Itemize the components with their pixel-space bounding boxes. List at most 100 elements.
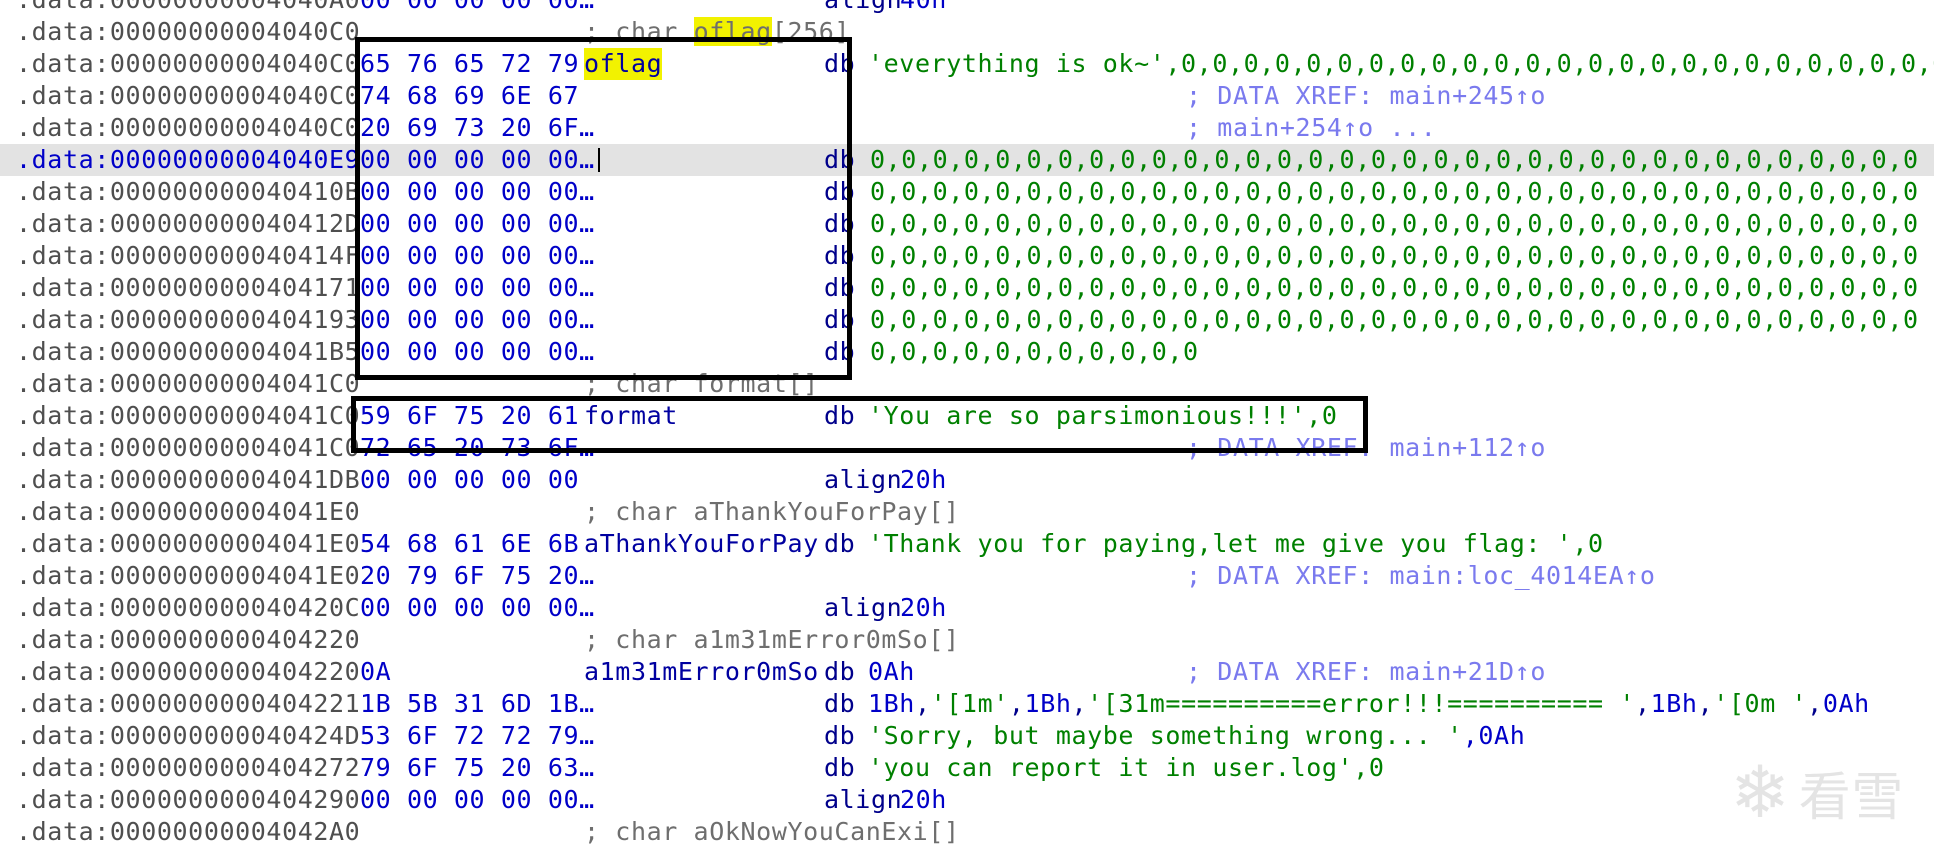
label-name[interactable]: aThankYouForPay xyxy=(584,528,819,560)
segment-address[interactable]: .data:00000000004040C0 xyxy=(16,16,360,48)
listing-row[interactable]: .data:0000000000404221 1B 5B 31 6D 1B… db 1… xyxy=(0,688,1934,720)
listing-row[interactable]: .data:00000000004041E0 20 79 6F 75 20… ; D… xyxy=(0,560,1934,592)
label-name[interactable]: a1m31mError0mSo xyxy=(584,656,819,688)
segment-address[interactable]: .data:00000000004041C0 xyxy=(16,432,360,464)
listing-row[interactable]: .data:00000000004040E9 00 00 00 00 00… db 0… xyxy=(0,144,1934,176)
numeric-tail: ,0 xyxy=(1572,529,1604,558)
listing-row[interactable]: .data:0000000000404272 79 6F 75 20 63… db '… xyxy=(0,752,1934,784)
segment-address[interactable]: .data:00000000004040C0 xyxy=(16,48,360,80)
segment-address[interactable]: .data:0000000000404220 xyxy=(16,624,360,656)
watermark-text: 看雪 xyxy=(1798,767,1904,828)
xref-comment[interactable]: ; DATA XREF: main+245↑o xyxy=(1186,80,1546,112)
operand-part: , xyxy=(1807,689,1823,718)
segment-address[interactable]: .data:000000000040424D xyxy=(16,720,360,752)
listing-row[interactable]: .data:00000000004040C0 74 68 69 6E 67; DA… xyxy=(0,80,1934,112)
segment-address[interactable]: .data:0000000000404193 xyxy=(16,304,360,336)
listing-row[interactable]: .data:00000000004040A000 00 00 00 00… ali… xyxy=(0,0,1934,16)
operand-part: , xyxy=(1008,689,1025,718)
segment-address[interactable]: .data:000000000040412D xyxy=(16,208,360,240)
listing-row[interactable]: .data:00000000004041E0 54 68 61 6E 6B aTha… xyxy=(0,528,1934,560)
string-operand: 'everything is ok~',0,0,0,0,0,0,0,0,0,0,… xyxy=(868,48,1934,80)
mnemonic: db xyxy=(824,657,856,686)
segment-address[interactable]: .data:00000000004040C0 xyxy=(16,80,360,112)
listing-row[interactable]: .data:000000000040414F 00 00 00 00 00… db 0… xyxy=(0,240,1934,272)
listing-row[interactable]: .data:0000000000404220 ; char a1m31mError… xyxy=(0,624,1934,656)
listing-row[interactable]: .data:00000000004041E0 ; char aThankYouFo… xyxy=(0,496,1934,528)
listing-row[interactable]: .data:00000000004040C0 20 69 73 20 6F…; m… xyxy=(0,112,1934,144)
hex-bytes: 00 00 00 00 00… xyxy=(360,593,595,622)
segment-address[interactable]: .data:0000000000404220 xyxy=(16,656,360,688)
mnemonic: db xyxy=(824,689,856,718)
ida-disassembly-view: .data:00000000004040A0 00 00 00 00 00… ali… xyxy=(0,0,1934,856)
operand-part: 1Bh xyxy=(868,689,915,718)
segment-address[interactable]: .data:00000000004040A0 xyxy=(16,0,360,16)
hex-bytes: 54 68 61 6E 6B xyxy=(360,529,580,558)
operand-part: '[0m ' xyxy=(1713,689,1808,718)
xref-comment[interactable]: ; main+254↑o ... xyxy=(1186,112,1436,144)
listing-row[interactable]: .data:00000000004040C0 65 76 65 72 79 ofla… xyxy=(0,48,1934,80)
hex-bytes: 53 6F 72 72 79… xyxy=(360,721,595,750)
listing-row[interactable]: .data:0000000000404220 0A a1m31mError0mSo d… xyxy=(0,656,1934,688)
zero-fill-values: 0,0,0,0,0,0,0,0,0,0,0,0,0,0,0,0,0,0,0,0,… xyxy=(870,273,1919,302)
hex-bytes: 00 00 00 00 00 xyxy=(360,465,580,494)
declaration-comment: ; char aThankYouForPay[] xyxy=(584,497,960,526)
xref-comment[interactable]: ; DATA XREF: main+21D↑o xyxy=(1186,656,1546,688)
segment-address[interactable]: .data:000000000040414F xyxy=(16,240,360,272)
segment-address[interactable]: .data:000000000040420C xyxy=(16,592,360,624)
watermark: ❄ 看雪 xyxy=(1730,750,1904,834)
segment-address[interactable]: .data:00000000004041B5 xyxy=(16,336,360,368)
listing-row[interactable]: .data:000000000040412D 00 00 00 00 00… db 0… xyxy=(0,208,1934,240)
mnemonic: align xyxy=(824,593,903,622)
listing-row[interactable]: .data:0000000000404171 00 00 00 00 00… db 0… xyxy=(0,272,1934,304)
mnemonic: db xyxy=(824,721,856,750)
listing-row[interactable]: .data:0000000000404193 00 00 00 00 00… db 0… xyxy=(0,304,1934,336)
segment-address[interactable]: .data:0000000000404171 xyxy=(16,272,360,304)
segment-address[interactable]: .data:00000000004041E0 xyxy=(16,560,360,592)
string-literal: 'everything is ok~' xyxy=(868,49,1166,78)
mnemonic: db xyxy=(824,753,856,782)
listing-row[interactable]: .data:00000000004042A0 ; char aOkNowYouCa… xyxy=(0,816,1934,848)
segment-address[interactable]: .data:00000000004040C0 xyxy=(16,112,360,144)
segment-address[interactable]: .data:0000000000404221 xyxy=(16,688,360,720)
zero-fill-values: 0,0,0,0,0,0,0,0,0,0,0,0,0,0,0,0,0,0,0,0,… xyxy=(870,145,1919,174)
listing-row[interactable]: .data:0000000000404290 00 00 00 00 00… ali… xyxy=(0,784,1934,816)
listing-row[interactable]: .data:000000000040410B 00 00 00 00 00… db 0… xyxy=(0,176,1934,208)
zero-fill-values: 0,0,0,0,0,0,0,0,0,0,0,0,0,0,0,0,0,0,0,0,… xyxy=(870,305,1919,334)
operand-part: '[31m==========error!!!========== ' xyxy=(1087,689,1635,718)
operand-part: , xyxy=(1071,689,1088,718)
string-literal: 'Thank you for paying,let me give you fl… xyxy=(868,529,1573,558)
operand-value: 20h xyxy=(900,593,947,622)
segment-address[interactable]: .data:0000000000404290 xyxy=(16,784,360,816)
segment-address[interactable]: .data:00000000004041C0 xyxy=(16,368,360,400)
numeric-tail: ,0Ah xyxy=(1462,721,1526,750)
segment-address[interactable]: .data:00000000004041E0 xyxy=(16,496,360,528)
segment-address[interactable]: .data:000000000040410B xyxy=(16,176,360,208)
hex-bytes: 1B 5B 31 6D 1B… xyxy=(360,689,595,718)
numeric-tail: ,0 xyxy=(1353,753,1385,782)
mnemonic: align xyxy=(824,465,903,494)
operand-part: , xyxy=(1697,689,1714,718)
mixed-operand: 1Bh,'[1m',1Bh,'[31m==========error!!!===… xyxy=(868,688,1870,720)
oflag-annotation-box xyxy=(355,37,852,380)
listing-row[interactable]: .data:00000000004041DB 00 00 00 00 00 alig… xyxy=(0,464,1934,496)
hex-bytes: 79 6F 75 20 63… xyxy=(360,753,595,782)
segment-address[interactable]: .data:0000000000404272 xyxy=(16,752,360,784)
string-literal: 'you can report it in user.log' xyxy=(868,753,1354,782)
segment-address[interactable]: .data:00000000004042A0 xyxy=(16,816,360,848)
string-literal: 'Sorry, but maybe something wrong... ' xyxy=(868,721,1463,750)
zero-fill-values: 0,0,0,0,0,0,0,0,0,0,0,0,0,0,0,0,0,0,0,0,… xyxy=(870,177,1919,206)
listing-row[interactable]: .data:000000000040420C 00 00 00 00 00… ali… xyxy=(0,592,1934,624)
segment-address[interactable]: .data:00000000004041C0 xyxy=(16,400,360,432)
segment-address[interactable]: .data:00000000004040E9 xyxy=(16,144,360,176)
segment-address[interactable]: .data:00000000004041DB xyxy=(16,464,360,496)
mnemonic: align xyxy=(824,785,903,814)
xref-comment[interactable]: ; DATA XREF: main:loc_4014EA↑o xyxy=(1186,560,1656,592)
listing-row[interactable]: .data:000000000040424D 53 6F 72 72 79… db '… xyxy=(0,720,1934,752)
segment-address[interactable]: .data:00000000004041E0 xyxy=(16,528,360,560)
listing-row[interactable]: .data:00000000004041B5 00 00 00 00 00… db 0… xyxy=(0,336,1934,368)
zero-fill-values: 0,0,0,0,0,0,0,0,0,0,0,0,0,0,0,0,0,0,0,0,… xyxy=(870,209,1919,238)
listing-row[interactable]: .data:00000000004040C0; char oflag[256] xyxy=(0,16,1934,48)
operand-part: 0Ah xyxy=(1822,689,1870,718)
hex-bytes: 00 00 00 00 00… xyxy=(360,785,595,814)
operand-part: 1Bh xyxy=(1650,689,1698,718)
